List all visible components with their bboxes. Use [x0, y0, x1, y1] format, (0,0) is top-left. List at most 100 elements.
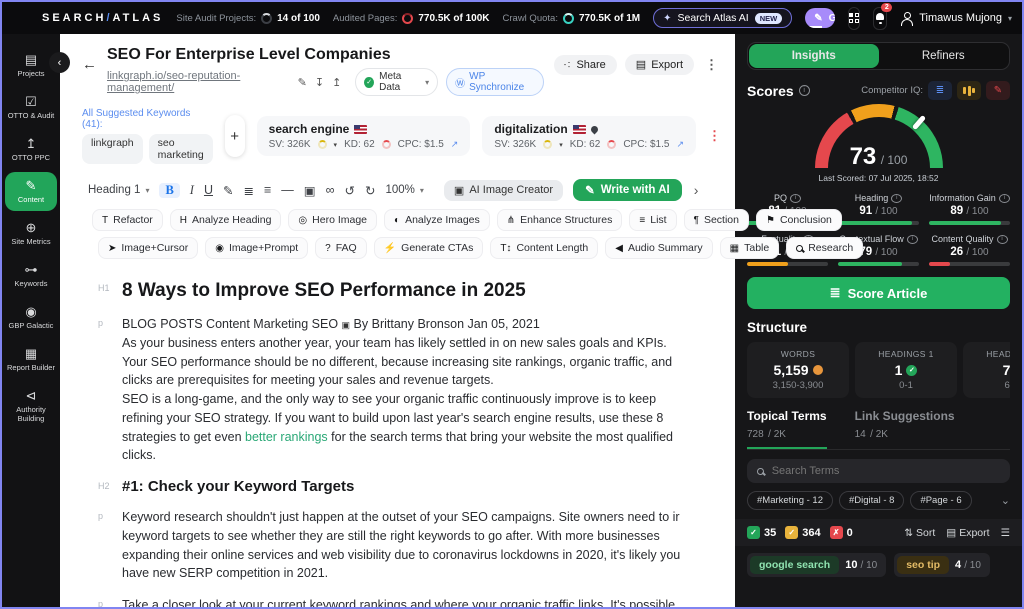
tab-insights[interactable]: Insights — [749, 44, 879, 68]
insert-link-icon[interactable]: ∞ — [326, 183, 335, 197]
analyze-images-chip[interactable]: ◐Analyze Images — [384, 209, 490, 231]
sidebar-item-keywords[interactable]: ⊶Keywords — [5, 256, 57, 295]
term-tag-google-search[interactable]: google search10 / 10 — [747, 553, 886, 577]
zoom-select[interactable]: 100%▾ — [385, 184, 423, 196]
section-chip[interactable]: ¶Section — [684, 209, 749, 231]
document-editor[interactable]: H1 8 Ways to Improve SEO Performance in … — [60, 262, 735, 607]
search-terms-input[interactable] — [772, 465, 1000, 477]
more-options-kebab[interactable]: ⋮ — [702, 57, 721, 73]
sidebar-item-otto-audit[interactable]: ☑OTTO & Audit — [5, 88, 57, 127]
competitor-edit-button[interactable]: ✎ — [986, 81, 1010, 100]
research-chip[interactable]: Research — [786, 237, 863, 259]
info-icon[interactable]: i — [790, 194, 801, 203]
notifications-button[interactable]: 2 — [873, 7, 887, 30]
back-arrow-icon[interactable]: ← — [82, 56, 97, 73]
filter-chip-marketing[interactable]: #Marketing - 12 — [747, 491, 833, 510]
all-suggested-keywords-link[interactable]: All Suggested Keywords (41): — [82, 108, 213, 130]
share-button[interactable]: ∴Share — [554, 55, 617, 75]
sidebar-item-site-metrics[interactable]: ⊕Site Metrics — [5, 214, 57, 253]
sidebar-item-gbp-galactic[interactable]: ◉GBP Galactic — [5, 298, 57, 337]
export-terms-button[interactable]: ▤Export — [946, 527, 989, 539]
sidebar-item-report-builder[interactable]: ▦Report Builder — [5, 340, 57, 379]
article-heading-2[interactable]: #1: Check your Keyword Targets — [122, 478, 354, 495]
sidebar-item-authority-building[interactable]: ⊲Authority Building — [5, 382, 57, 430]
tab-refiners[interactable]: Refiners — [879, 44, 1009, 68]
search-atlas-ai-button[interactable]: ✦Search Atlas AINEW — [653, 8, 792, 28]
article-heading-1[interactable]: 8 Ways to Improve SEO Performance in 202… — [122, 280, 526, 302]
keyword-card[interactable]: digitalization SV: 326K▾KD: 62CPC: $1.5↗ — [482, 116, 696, 156]
apps-grid-button[interactable] — [848, 7, 860, 30]
heading-style-select[interactable]: Heading 1▾ — [88, 184, 149, 196]
italic-button[interactable]: I — [190, 183, 194, 198]
conclusion-chip[interactable]: ⚑Conclusion — [756, 209, 842, 231]
bold-button[interactable]: B — [159, 183, 179, 198]
download-icon[interactable]: ↧ — [315, 76, 324, 89]
keyword-card[interactable]: search engine SV: 326K▾KD: 62CPC: $1.5↗ — [257, 116, 471, 156]
write-with-ai-button[interactable]: ✎Write with AI — [573, 179, 682, 201]
list-chip[interactable]: ≡List — [629, 209, 676, 231]
article-paragraph[interactable]: Keyword research shouldn't just happen a… — [122, 508, 687, 583]
ai-image-creator-button[interactable]: ▣AI Image Creator — [444, 180, 563, 201]
sidebar-item-content[interactable]: ✎Content — [5, 172, 57, 211]
keyword-options-kebab[interactable]: ⋮ — [708, 128, 721, 144]
chevron-down-icon[interactable]: ⌄ — [1001, 494, 1010, 507]
filter-settings-button[interactable]: ☰ — [1001, 527, 1010, 539]
article-paragraph[interactable]: Take a closer look at your current keywo… — [122, 596, 687, 607]
meta-data-dropdown[interactable]: ✓Meta Data▾ — [355, 68, 438, 96]
better-rankings-link[interactable]: better rankings — [245, 430, 328, 444]
search-atlas-logo[interactable]: SEARCH/ATLAS — [42, 12, 163, 24]
structure-card-headings2[interactable]: HEADINGS 276-16 — [963, 342, 1010, 398]
toolbar-overflow-chevron[interactable]: › — [694, 182, 699, 198]
terms-search[interactable] — [747, 459, 1010, 483]
filter-chip-page[interactable]: #Page - 6 — [910, 491, 971, 510]
underline-button[interactable]: U — [204, 183, 213, 197]
score-article-button[interactable]: ≣Score Article — [747, 277, 1010, 309]
enhance-structures-chip[interactable]: ⋔Enhance Structures — [497, 209, 623, 231]
table-chip[interactable]: ▦Table — [720, 237, 780, 259]
keyword-chip[interactable]: linkgraph — [82, 134, 143, 164]
tab-link-suggestions[interactable]: Link Suggestions14 / 2K — [855, 409, 955, 449]
image-cursor-chip[interactable]: ➤Image+Cursor — [98, 237, 198, 259]
sort-button[interactable]: ⇅Sort — [904, 527, 935, 539]
info-icon[interactable]: i — [799, 85, 810, 96]
bullet-list-icon[interactable]: ≡ — [264, 183, 271, 197]
upload-icon[interactable]: ↥ — [332, 76, 341, 89]
term-tag-seo-tip[interactable]: seo tip4 / 10 — [894, 553, 990, 577]
export-button[interactable]: ▤Export — [625, 54, 694, 75]
info-icon[interactable]: i — [907, 235, 918, 244]
image-prompt-chip[interactable]: ◉Image+Prompt — [205, 237, 308, 259]
filter-chip-digital[interactable]: #Digital - 8 — [839, 491, 904, 510]
hero-image-chip[interactable]: ◎Hero Image — [288, 209, 377, 231]
article-paragraph[interactable]: BLOG POSTS Content Marketing SEO ▣ By Br… — [122, 315, 687, 465]
competitor-list-button[interactable]: ≣ — [928, 81, 952, 100]
ordered-list-icon[interactable]: ≣ — [243, 183, 253, 198]
sidebar-collapse-button[interactable]: ‹ — [49, 52, 70, 73]
structure-card-headings1[interactable]: HEADINGS 110-1 — [855, 342, 957, 398]
add-keyword-button[interactable]: + — [225, 115, 245, 157]
content-length-chip[interactable]: T↕Content Length — [490, 237, 598, 259]
info-icon[interactable]: i — [891, 194, 902, 203]
sidebar-item-otto-ppc[interactable]: ↥OTTO PPC — [5, 130, 57, 169]
faq-chip[interactable]: ?FAQ — [315, 237, 367, 259]
generate-ctas-chip[interactable]: ⚡Generate CTAs — [374, 237, 484, 259]
keyword-chip[interactable]: seo marketing — [149, 134, 213, 164]
insert-image-icon[interactable]: ▣ — [304, 183, 316, 198]
analyze-heading-chip[interactable]: HAnalyze Heading — [170, 209, 282, 231]
refactor-chip[interactable]: TRefactor — [92, 209, 163, 231]
user-menu[interactable]: Timawus Mujong▾ — [900, 12, 1012, 25]
edit-url-icon[interactable]: ✎ — [298, 76, 307, 89]
horizontal-rule-icon[interactable]: ― — [281, 183, 294, 197]
get-started-guide-button[interactable]: ✎Get started guide6/11 — [805, 8, 835, 28]
page-url-link[interactable]: linkgraph.io/seo-reputation-management/ — [107, 70, 290, 94]
info-icon[interactable]: i — [997, 235, 1008, 244]
ai-tools-row-1: TRefactor HAnalyze Heading ◎Hero Image ◐… — [60, 206, 735, 234]
competitor-chart-button[interactable] — [957, 81, 981, 100]
tab-topical-terms[interactable]: Topical Terms728 / 2K — [747, 409, 827, 449]
undo-icon[interactable]: ↺ — [345, 183, 355, 198]
redo-icon[interactable]: ↻ — [365, 183, 375, 198]
structure-card-words[interactable]: WORDS5,1593,150-3,900 — [747, 342, 849, 398]
highlighter-icon[interactable]: ✎ — [223, 183, 233, 198]
audio-summary-chip[interactable]: ◀Audio Summary — [605, 237, 712, 259]
info-icon[interactable]: i — [999, 194, 1010, 203]
wp-synchronize-button[interactable]: ⓌWP Synchronize — [446, 68, 544, 96]
